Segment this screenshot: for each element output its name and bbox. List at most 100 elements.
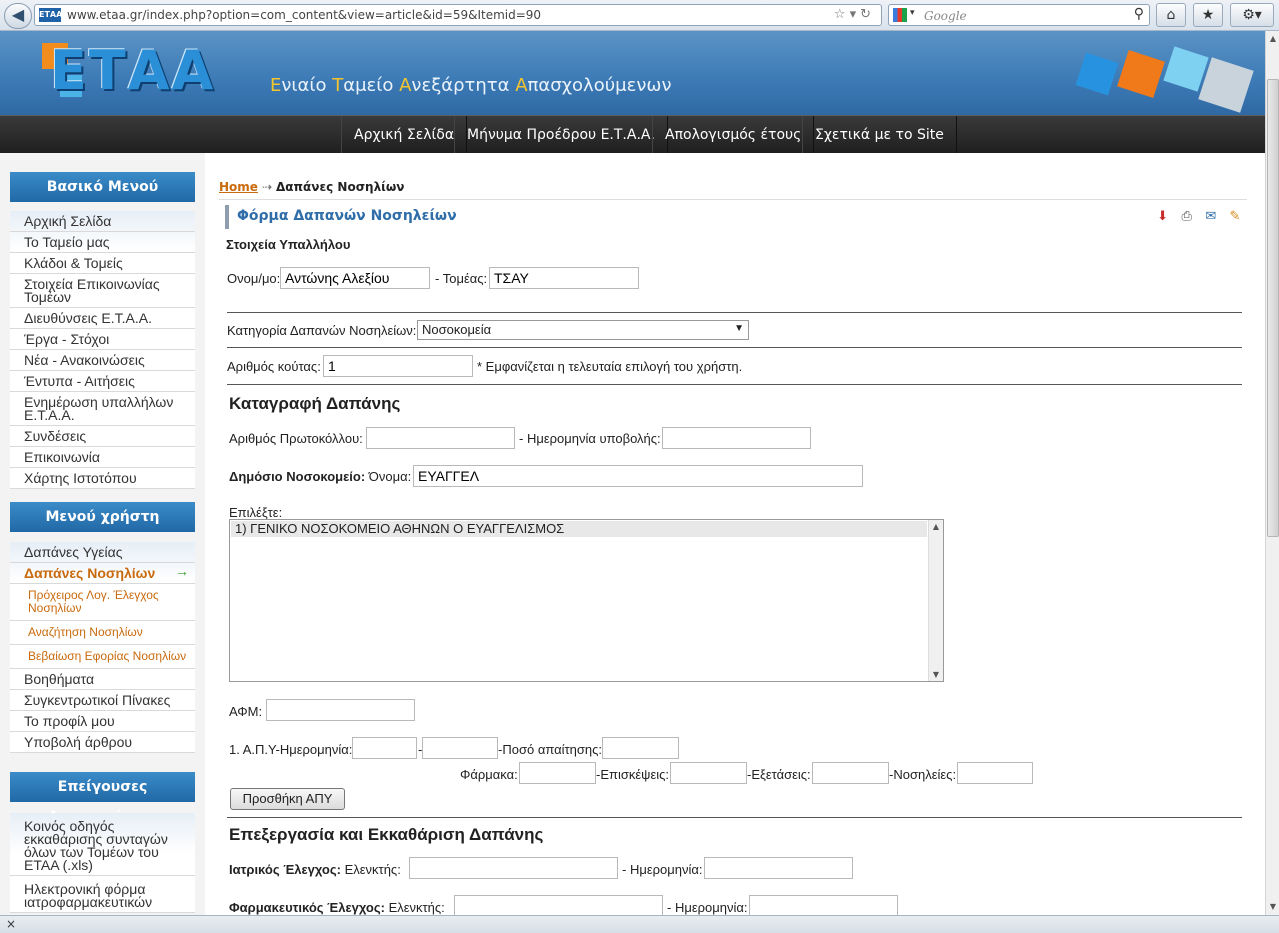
sidebar-item-label: Αναζήτηση Νοσηλίων [28,625,143,639]
chevron-down-icon: ▼ [734,323,744,334]
page-scrollbar[interactable]: ▲ ▼ [1265,31,1279,915]
sidebar-item[interactable]: Αρχική Σελίδα [10,211,195,232]
home-icon[interactable]: ⌂ [1156,3,1186,27]
announcement-link[interactable]: Κοινός οδηγός εκκαθάρισης συνταγών όλων … [10,813,195,876]
medical-date-field[interactable] [704,857,853,879]
hospitalization-field[interactable] [957,762,1033,784]
sidebar-item[interactable]: Το Ταμείο μας [10,232,195,253]
bookmarks-icon[interactable]: ★ [1193,3,1223,27]
sidebar-item[interactable]: Συνδέσεις [10,426,195,447]
tagline-initial: Τ [332,75,344,96]
scroll-up-icon[interactable]: ▲ [1266,31,1279,47]
active-arrow-icon: → [175,563,189,579]
processing-heading: Επεξεργασία και Εκκαθάριση Δαπάνης [229,825,544,844]
sidebar-item[interactable]: Το προφίλ μου [10,711,195,732]
exams-field[interactable] [812,762,889,784]
name-field[interactable]: Αντώνης Αλεξίου [280,267,430,289]
sidebar-item[interactable]: Υποβολή άρθρου [10,732,195,753]
sidebar-subitem[interactable]: Αναζήτηση Νοσηλίων [10,621,195,645]
box-number-field[interactable]: 1 [323,355,473,377]
browser-search-box[interactable]: ▾ Google ⚲ [888,4,1150,26]
address-bar[interactable]: ΕΤΑΑ www.etaa.gr/index.php?option=com_co… [34,4,882,26]
tagline-initial: Α [399,75,412,96]
addon-icon[interactable]: ⚙▾ [1230,3,1274,27]
print-icon[interactable]: ⎙ [1179,209,1195,225]
decor-orange-square [1117,50,1165,98]
search-engine-dropdown-icon[interactable]: ▾ [910,8,915,18]
medical-checker-field[interactable] [409,857,618,879]
box-number-note: * Εμφανίζεται η τελευταία επιλογή του χρ… [477,359,743,374]
breadcrumb-home-link[interactable]: Home [219,180,258,194]
edit-icon[interactable]: ✎ [1227,209,1243,225]
close-icon[interactable]: × [6,917,16,931]
scroll-down-icon[interactable]: ▼ [929,670,943,679]
sidebar-item[interactable]: Διευθύνσεις Ε.Τ.Α.Α. [10,308,195,329]
category-label: Κατηγορία Δαπανών Νοσηλείων: [227,323,417,338]
topnav-president-message[interactable]: Μήνυμα Προέδρου Ε.Τ.Α.Α. [454,116,668,154]
sidebar-subitem[interactable]: Πρόχειρος Λογ. Έλεγχος Νοσηλίων [10,584,195,621]
apy-date-field-2[interactable] [422,737,498,759]
box-number-label: Αριθμός κούτας: [227,359,321,374]
category-select[interactable]: Νοσοκομεία ▼ [417,320,749,340]
main-menu: Αρχική Σελίδα Το Ταμείο μας Κλάδοι & Τομεί… [10,211,195,489]
scroll-down-icon[interactable]: ▼ [1266,899,1279,915]
pharma-date-field[interactable] [749,895,898,917]
status-bar: × [0,915,1279,933]
site-header: ΕΤΑΑ Ενιαίο Ταμείο Ανεξάρτητα Απασχολούμ… [0,31,1265,115]
sidebar-item[interactable]: Νέα - Ανακοινώσεις [10,350,195,371]
breadcrumb-divider [219,199,1247,200]
sidebar-item[interactable]: Συγκεντρωτικοί Πίνακες [10,690,195,711]
sidebar-item[interactable]: Έντυπα - Αιτήσεις [10,371,195,392]
sidebar-item[interactable]: Χάρτης Ιστοτόπου [10,468,195,489]
google-icon [893,8,907,22]
divider-4 [227,817,1242,818]
protocol-number-field[interactable] [366,427,515,449]
scroll-up-icon[interactable]: ▲ [929,522,943,531]
hospital-option[interactable]: 1) ΓΕΝΙΚΟ ΝΟΣΟΚΟΜΕΙΟ ΑΘΗΝΩΝ Ο ΕΥΑΓΓΕΛΙΣΜ… [231,521,927,537]
afm-field[interactable] [266,699,415,721]
medical-check-label-text: Ιατρικός Έλεγχος: [229,862,341,877]
sidebar-subitem[interactable]: Βεβαίωση Εφορίας Νοσηλίων [10,645,195,669]
sidebar-item[interactable]: Δαπάνες Νοσηλίων → [10,563,195,584]
hospital-name-field[interactable]: ΕΥΑΓΓΕΛ [413,465,863,487]
sidebar-item-label: Βεβαίωση Εφορίας Νοσηλίων [28,649,187,663]
scrollbar-thumb[interactable] [1267,79,1279,537]
urgent-announcements: Κοινός οδηγός εκκαθάρισης συνταγών όλων … [10,813,195,913]
sidebar-item[interactable]: Στοιχεία Επικοινωνίας Τομέων [10,274,195,308]
sector-field[interactable]: ΤΣΑΥ [489,267,639,289]
afm-label: ΑΦΜ: [229,704,263,719]
search-icon[interactable]: ⚲ [1134,6,1144,22]
sidebar-item[interactable]: Δαπάνες Υγείας [10,542,195,563]
sidebar-item[interactable]: Επικοινωνία [10,447,195,468]
hospital-listbox[interactable]: 1) ΓΕΝΙΚΟ ΝΟΣΟΚΟΜΕΙΟ ΑΘΗΝΩΝ Ο ΕΥΑΓΓΕΛΙΣΜ… [229,519,944,682]
pdf-icon[interactable]: ⬇ [1155,209,1171,225]
pharma-checker-label: Ελενκτής: [388,900,445,915]
bookmark-star-icon[interactable]: ☆▾↻ [834,7,875,22]
visits-field[interactable] [670,762,747,784]
back-arrow-icon[interactable]: ◀ [4,3,32,29]
email-icon[interactable]: ✉ [1203,209,1219,225]
sidebar-item-label: Πρόχειρος Λογ. Έλεγχος Νοσηλίων [28,588,159,615]
article-tools: ⬇ ⎙ ✉ ✎ [1151,209,1243,225]
sidebar-item[interactable]: Κλάδοι & Τομείς [10,253,195,274]
browser-toolbar: ◀ ΕΤΑΑ www.etaa.gr/index.php?option=com_… [0,0,1279,31]
add-apy-button[interactable]: Προσθήκη ΑΠΥ [230,788,345,810]
announcement-link[interactable]: Ηλεκτρονική φόρμα ιατροφαρμακευτικών [10,876,195,913]
listbox-scrollbar[interactable]: ▲ ▼ [928,520,943,681]
topnav-annual-report[interactable]: Απολογισμός έτους [652,116,815,154]
tagline-word: αμείο [343,75,400,96]
pharma-checker-field[interactable] [454,895,663,917]
claim-amount-field[interactable] [602,737,679,759]
exams-label: -Εξετάσεις: [747,767,811,782]
drugs-field[interactable] [519,762,596,784]
name-label: Ονομ/μο: [227,271,281,286]
sidebar-item[interactable]: Έργα - Στόχοι [10,329,195,350]
topnav-about-site[interactable]: Σχετικά με το Site [802,116,957,154]
apy-date-field-1[interactable] [352,737,417,759]
sidebar-item[interactable]: Βοηθήματα [10,669,195,690]
submit-date-field[interactable] [662,427,811,449]
topnav-home[interactable]: Αρχική Σελίδα [341,116,468,154]
breadcrumb: Home ⇢ Δαπάνες Νοσηλίων [219,180,404,194]
site-logo[interactable]: ΕΤΑΑ [50,39,215,102]
sidebar-item[interactable]: Ενημέρωση υπαλλήλων Ε.Τ.Α.Α. [10,392,195,426]
